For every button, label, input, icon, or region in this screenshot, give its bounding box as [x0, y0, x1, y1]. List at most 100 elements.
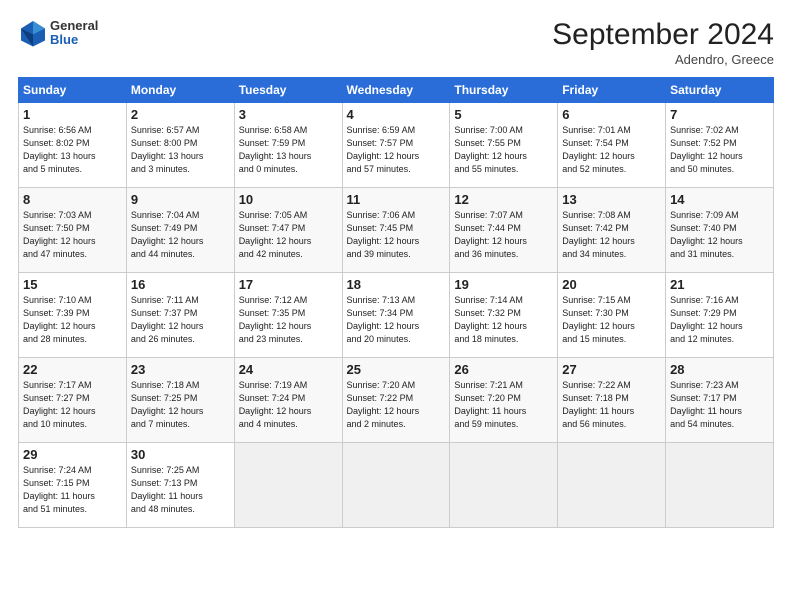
day-number: 24: [239, 362, 338, 377]
day-info: Sunrise: 7:20 AMSunset: 7:22 PMDaylight:…: [347, 379, 446, 431]
table-row: 6 Sunrise: 7:01 AMSunset: 7:54 PMDaylight…: [558, 103, 666, 188]
day-number: 20: [562, 277, 661, 292]
table-row: 3Sunrise: 6:58 AMSunset: 7:59 PMDaylight…: [234, 103, 342, 188]
day-number: 12: [454, 192, 553, 207]
day-info: Sunrise: 6:57 AMSunset: 8:00 PMDaylight:…: [131, 124, 230, 176]
day-info: Sunrise: 7:12 AMSunset: 7:35 PMDaylight:…: [239, 294, 338, 346]
table-row: [558, 443, 666, 528]
day-number: 2: [131, 107, 230, 122]
day-number: 25: [347, 362, 446, 377]
calendar-week-row: 22Sunrise: 7:17 AMSunset: 7:27 PMDayligh…: [19, 358, 774, 443]
day-number: 4: [347, 107, 446, 122]
day-info: Sunrise: 6:58 AMSunset: 7:59 PMDaylight:…: [239, 124, 338, 176]
day-number: 18: [347, 277, 446, 292]
logo-blue: Blue: [50, 33, 98, 47]
table-row: 28 Sunrise: 7:23 AMSunset: 7:17 PMDayligh…: [666, 358, 774, 443]
table-row: [342, 443, 450, 528]
day-info: Sunrise: 7:07 AMSunset: 7:44 PMDaylight:…: [454, 209, 553, 261]
day-info: Sunrise: 7:15 AMSunset: 7:30 PMDaylight:…: [562, 294, 661, 346]
calendar-header-row: Sunday Monday Tuesday Wednesday Thursday…: [19, 78, 774, 103]
table-row: 9 Sunrise: 7:04 AMSunset: 7:49 PMDaylight…: [126, 188, 234, 273]
table-row: 20 Sunrise: 7:15 AMSunset: 7:30 PMDayligh…: [558, 273, 666, 358]
day-number: 8: [23, 192, 122, 207]
col-tuesday: Tuesday: [234, 78, 342, 103]
day-info: Sunrise: 7:01 AMSunset: 7:54 PMDaylight:…: [562, 124, 661, 176]
table-row: 5 Sunrise: 7:00 AMSunset: 7:55 PMDaylight…: [450, 103, 558, 188]
table-row: 19 Sunrise: 7:14 AMSunset: 7:32 PMDayligh…: [450, 273, 558, 358]
table-row: 8 Sunrise: 7:03 AMSunset: 7:50 PMDaylight…: [19, 188, 127, 273]
table-row: 15Sunrise: 7:10 AMSunset: 7:39 PMDayligh…: [19, 273, 127, 358]
day-info: Sunrise: 7:18 AMSunset: 7:25 PMDaylight:…: [131, 379, 230, 431]
logo-general: General: [50, 19, 98, 33]
day-number: 29: [23, 447, 122, 462]
day-number: 13: [562, 192, 661, 207]
table-row: [234, 443, 342, 528]
day-info: Sunrise: 7:11 AMSunset: 7:37 PMDaylight:…: [131, 294, 230, 346]
day-number: 27: [562, 362, 661, 377]
calendar-week-row: 1 Sunrise: 6:56 AMSunset: 8:02 PMDaylight…: [19, 103, 774, 188]
day-info: Sunrise: 7:04 AMSunset: 7:49 PMDaylight:…: [131, 209, 230, 261]
table-row: 24 Sunrise: 7:19 AMSunset: 7:24 PMDayligh…: [234, 358, 342, 443]
day-number: 23: [131, 362, 230, 377]
calendar-week-row: 15Sunrise: 7:10 AMSunset: 7:39 PMDayligh…: [19, 273, 774, 358]
day-number: 28: [670, 362, 769, 377]
calendar-week-row: 29Sunrise: 7:24 AMSunset: 7:15 PMDayligh…: [19, 443, 774, 528]
table-row: 22Sunrise: 7:17 AMSunset: 7:27 PMDayligh…: [19, 358, 127, 443]
calendar-week-row: 8 Sunrise: 7:03 AMSunset: 7:50 PMDaylight…: [19, 188, 774, 273]
table-row: 27Sunrise: 7:22 AMSunset: 7:18 PMDayligh…: [558, 358, 666, 443]
day-info: Sunrise: 7:25 AMSunset: 7:13 PMDaylight:…: [131, 464, 230, 516]
day-number: 7: [670, 107, 769, 122]
day-number: 5: [454, 107, 553, 122]
day-number: 1: [23, 107, 122, 122]
table-row: 14Sunrise: 7:09 AMSunset: 7:40 PMDayligh…: [666, 188, 774, 273]
day-number: 22: [23, 362, 122, 377]
table-row: 29Sunrise: 7:24 AMSunset: 7:15 PMDayligh…: [19, 443, 127, 528]
table-row: 7 Sunrise: 7:02 AMSunset: 7:52 PMDaylight…: [666, 103, 774, 188]
day-info: Sunrise: 7:13 AMSunset: 7:34 PMDaylight:…: [347, 294, 446, 346]
day-info: Sunrise: 7:08 AMSunset: 7:42 PMDaylight:…: [562, 209, 661, 261]
header: General Blue September 2024 Adendro, Gre…: [18, 18, 774, 67]
col-friday: Friday: [558, 78, 666, 103]
month-title: September 2024: [552, 18, 774, 52]
day-info: Sunrise: 7:23 AMSunset: 7:17 PMDaylight:…: [670, 379, 769, 431]
day-info: Sunrise: 7:02 AMSunset: 7:52 PMDaylight:…: [670, 124, 769, 176]
day-info: Sunrise: 6:59 AMSunset: 7:57 PMDaylight:…: [347, 124, 446, 176]
day-info: Sunrise: 7:16 AMSunset: 7:29 PMDaylight:…: [670, 294, 769, 346]
day-number: 17: [239, 277, 338, 292]
day-number: 30: [131, 447, 230, 462]
table-row: 4 Sunrise: 6:59 AMSunset: 7:57 PMDaylight…: [342, 103, 450, 188]
location: Adendro, Greece: [552, 52, 774, 67]
day-number: 26: [454, 362, 553, 377]
table-row: [450, 443, 558, 528]
day-info: Sunrise: 7:09 AMSunset: 7:40 PMDaylight:…: [670, 209, 769, 261]
table-row: 26Sunrise: 7:21 AMSunset: 7:20 PMDayligh…: [450, 358, 558, 443]
table-row: 25 Sunrise: 7:20 AMSunset: 7:22 PMDayligh…: [342, 358, 450, 443]
table-row: 10Sunrise: 7:05 AMSunset: 7:47 PMDayligh…: [234, 188, 342, 273]
col-sunday: Sunday: [19, 78, 127, 103]
day-number: 9: [131, 192, 230, 207]
table-row: 17 Sunrise: 7:12 AMSunset: 7:35 PMDayligh…: [234, 273, 342, 358]
day-info: Sunrise: 7:14 AMSunset: 7:32 PMDaylight:…: [454, 294, 553, 346]
table-row: 21Sunrise: 7:16 AMSunset: 7:29 PMDayligh…: [666, 273, 774, 358]
table-row: 12 Sunrise: 7:07 AMSunset: 7:44 PMDayligh…: [450, 188, 558, 273]
col-saturday: Saturday: [666, 78, 774, 103]
day-info: Sunrise: 6:56 AMSunset: 8:02 PMDaylight:…: [23, 124, 122, 176]
day-info: Sunrise: 7:06 AMSunset: 7:45 PMDaylight:…: [347, 209, 446, 261]
table-row: [666, 443, 774, 528]
day-number: 16: [131, 277, 230, 292]
day-info: Sunrise: 7:19 AMSunset: 7:24 PMDaylight:…: [239, 379, 338, 431]
day-info: Sunrise: 7:03 AMSunset: 7:50 PMDaylight:…: [23, 209, 122, 261]
day-number: 15: [23, 277, 122, 292]
col-monday: Monday: [126, 78, 234, 103]
table-row: 18 Sunrise: 7:13 AMSunset: 7:34 PMDayligh…: [342, 273, 450, 358]
day-number: 11: [347, 192, 446, 207]
day-number: 19: [454, 277, 553, 292]
col-thursday: Thursday: [450, 78, 558, 103]
logo-text: General Blue: [50, 19, 98, 48]
day-number: 10: [239, 192, 338, 207]
table-row: 13 Sunrise: 7:08 AMSunset: 7:42 PMDayligh…: [558, 188, 666, 273]
title-block: September 2024 Adendro, Greece: [552, 18, 774, 67]
calendar-table: Sunday Monday Tuesday Wednesday Thursday…: [18, 77, 774, 528]
day-info: Sunrise: 7:00 AMSunset: 7:55 PMDaylight:…: [454, 124, 553, 176]
day-number: 6: [562, 107, 661, 122]
